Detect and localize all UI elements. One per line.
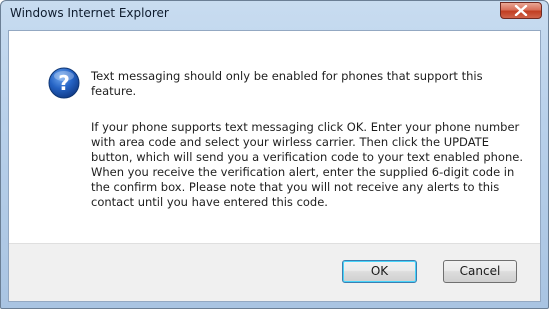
dialog-window: Windows Internet Explorer ? Text messagi… — [0, 0, 549, 309]
close-button[interactable] — [500, 2, 542, 19]
dialog-body: ? Text messaging should only be enabled … — [8, 30, 541, 302]
close-icon — [514, 5, 528, 16]
message-instructions: If your phone supports text messaging cl… — [91, 120, 523, 209]
svg-text:?: ? — [58, 71, 70, 95]
message-intro: Text messaging should only be enabled fo… — [91, 69, 483, 98]
window-title: Windows Internet Explorer — [10, 6, 169, 20]
cancel-button[interactable]: Cancel — [443, 260, 517, 283]
title-bar[interactable]: Windows Internet Explorer — [1, 1, 548, 30]
ok-button[interactable]: OK — [342, 260, 417, 283]
question-icon: ? — [48, 67, 80, 99]
